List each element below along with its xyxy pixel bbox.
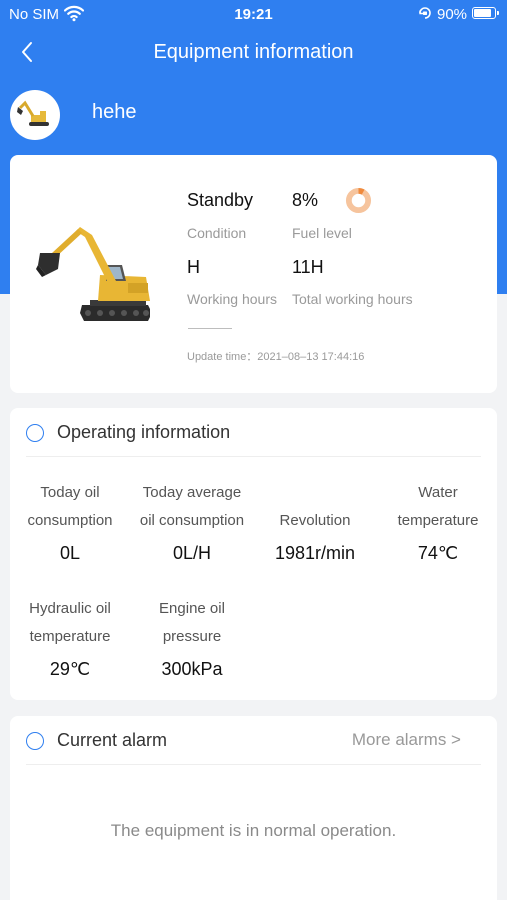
metric-hydraulic-oil-temperature: Hydraulic oil temperature 29℃ [13,595,127,680]
fuel-gauge-icon [345,187,372,214]
working-hours-label: Working hours [187,291,278,307]
metric-label: temperature [397,512,479,529]
metric-value: 29℃ [49,659,91,679]
update-time: Update time：2021–08–13 17:44:16 [187,351,365,363]
divider [26,456,481,457]
metric-revolution: Revolution 1981r/min [262,479,368,564]
navigation-bar: Equipment information [0,30,507,76]
condition-label: Condition [187,225,247,241]
circle-icon [26,732,44,750]
more-alarms-link[interactable]: More alarms > [352,730,461,750]
status-bar: No SIM 19:21 90% [0,0,507,28]
metric-today-average-oil-consumption: Today average oil consumption 0L/H [130,479,254,564]
divider [188,328,232,329]
fuel-level-value: 8% [292,190,319,210]
metric-water-temperature: Water temperature 74℃ [382,479,494,564]
metric-label: oil consumption [139,512,245,529]
metric-value: 74℃ [417,543,459,563]
alarm-empty-message: The equipment is in normal operation. [110,821,397,840]
excavator-image [36,227,150,321]
page-title: Equipment information [153,41,354,63]
orientation-lock-icon [417,5,433,25]
metric-label: Engine oil [159,600,225,617]
metric-today-oil-consumption: Today oil consumption 0L [13,479,127,564]
battery-fill [474,9,492,17]
section-title: Operating information [57,422,231,442]
divider [26,764,481,765]
metric-label: Today oil [40,484,100,501]
avatar[interactable] [10,90,60,140]
excavator-icon [17,100,49,126]
metric-label: Today average [142,484,242,501]
metric-label: pressure [162,628,222,645]
metric-label: Water [418,484,458,501]
battery-icon [472,7,499,19]
total-working-hours-label: Total working hours [292,291,413,307]
metric-label: consumption [27,512,113,529]
working-hours-value: H [187,257,200,277]
metric-value: 1981r/min [274,543,356,563]
operating-information-card: Operating information Today oil consumpt… [10,408,497,700]
condition-value: Standby [187,190,254,210]
metric-engine-oil-pressure: Engine oil pressure 300kPa [136,595,248,680]
circle-icon [26,424,44,442]
battery-percent: 90% [437,6,468,23]
equipment-name: hehe [92,101,137,123]
metric-label: temperature [29,628,111,645]
equipment-status-card: Standby 8% Condition Fuel level H 11H Wo… [10,155,497,393]
section-title: Current alarm [57,730,168,750]
current-alarm-card: Current alarm More alarms > The equipmen… [10,716,497,900]
total-working-hours-value: 11H [292,257,324,277]
metric-value: 300kPa [161,659,223,679]
metric-label [262,479,368,507]
metric-label: Revolution [279,512,351,529]
metric-value: 0L/H [172,543,212,563]
fuel-level-label: Fuel level [292,225,352,241]
metric-label: Hydraulic oil [29,600,111,617]
metric-value: 0L [59,543,81,563]
